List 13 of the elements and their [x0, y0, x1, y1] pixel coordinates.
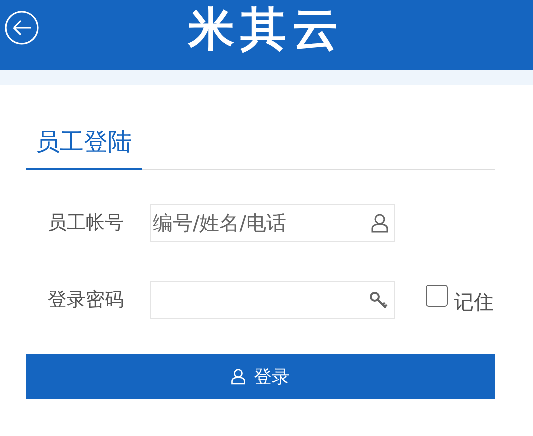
login-button[interactable]: 登录: [26, 354, 495, 399]
login-tab[interactable]: 员工登陆: [26, 120, 142, 170]
key-icon: [369, 290, 389, 310]
remember-checkbox[interactable]: [426, 285, 448, 307]
user-icon: [371, 213, 389, 233]
back-button[interactable]: [5, 11, 39, 45]
field-label: 员工帐号: [47, 211, 125, 236]
password-field[interactable]: [150, 281, 395, 319]
field-label: 登录密码: [47, 288, 125, 313]
user-icon: [231, 368, 246, 385]
app-logo: 米其云: [188, 6, 344, 52]
remember-label: 记住: [454, 288, 494, 316]
account-field[interactable]: 编号/姓名/电话: [150, 204, 395, 242]
